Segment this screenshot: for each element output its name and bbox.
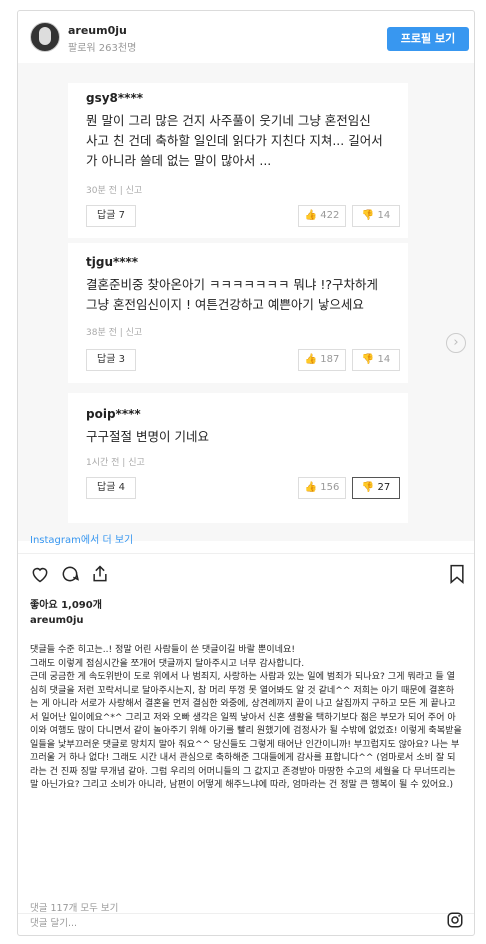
share-icon[interactable] <box>90 564 110 588</box>
add-comment-input[interactable]: 댓글 달기... <box>30 915 77 929</box>
post-caption: 댓글들 수준 히고는..! 정말 어린 사람들이 쓴 댓글이길 바랄 뿐이네요!… <box>30 645 462 790</box>
comment-time: 30분 전 <box>86 186 117 196</box>
comment-meta: 1시간 전 | 신고 <box>86 458 145 468</box>
dislike-count: 14 <box>377 210 391 221</box>
comment-username: tjgu**** <box>86 255 139 269</box>
comment-username: poip**** <box>86 407 141 421</box>
comment-text: 결혼준비중 찾아온아기 ㅋㅋㅋㅋㅋㅋㅋ 뭐냐 !?구차하게 그냥 혼전임신이지 … <box>86 277 379 312</box>
reply-button[interactable]: 답글 3 <box>86 349 136 371</box>
comment-time: 1시간 전 <box>86 458 120 468</box>
comment-card: gsy8**** 뭔 말이 그리 많은 건지 사주풀이 웃기네 그냥 혼전임신 … <box>68 83 408 238</box>
dislike-vote-button[interactable]: 👎 14 <box>352 205 400 227</box>
chevron-right-icon[interactable]: › <box>446 333 466 353</box>
like-vote-button[interactable]: 👍 156 <box>298 477 346 499</box>
view-all-comments-link[interactable]: 댓글 117개 모두 보기 <box>30 900 118 914</box>
follower-count: 팔로워 263천명 <box>68 43 137 54</box>
thumbs-down-icon: 👎 <box>361 354 375 365</box>
comment-icon[interactable] <box>60 564 80 588</box>
like-count: 187 <box>320 354 340 365</box>
caption-username[interactable]: areum0ju <box>30 615 84 626</box>
reply-button[interactable]: 답글 4 <box>86 477 136 499</box>
thumbs-up-icon: 👍 <box>304 210 318 221</box>
thumbs-down-icon: 👎 <box>361 482 375 493</box>
bookmark-icon[interactable] <box>448 564 466 588</box>
reply-button[interactable]: 답글 7 <box>86 205 136 227</box>
dislike-vote-button[interactable]: 👎 14 <box>352 349 400 371</box>
report-link[interactable]: 신고 <box>126 186 143 196</box>
comment-time: 38분 전 <box>86 328 117 338</box>
comment-text: 구구절절 변명이 기네요 <box>86 429 209 444</box>
like-count: 156 <box>320 482 340 493</box>
comment-username: gsy8**** <box>86 91 144 105</box>
avatar[interactable] <box>30 22 60 52</box>
thumbs-up-icon: 👍 <box>304 482 318 493</box>
instagram-embed-card: areum0ju 팔로워 263천명 프로필 보기 gsy8**** 뭔 말이 … <box>17 10 475 936</box>
report-link[interactable]: 신고 <box>128 458 145 468</box>
report-link[interactable]: 신고 <box>126 328 143 338</box>
like-count[interactable]: 좋아요 1,090개 <box>30 596 102 611</box>
comment-card: poip**** 구구절절 변명이 기네요 1시간 전 | 신고 답글 4 👍 … <box>68 393 408 523</box>
embedded-comments-image[interactable]: gsy8**** 뭔 말이 그리 많은 건지 사주풀이 웃기네 그냥 혼전임신 … <box>18 63 474 541</box>
dislike-vote-button[interactable]: 👎 27 <box>352 477 400 499</box>
comment-meta: 38분 전 | 신고 <box>86 328 143 338</box>
thumbs-down-icon: 👎 <box>361 210 375 221</box>
heart-icon[interactable] <box>30 564 50 588</box>
thumbs-up-icon: 👍 <box>304 354 318 365</box>
comment-meta: 30분 전 | 신고 <box>86 186 143 196</box>
like-count: 422 <box>320 210 340 221</box>
like-vote-button[interactable]: 👍 187 <box>298 349 346 371</box>
like-vote-button[interactable]: 👍 422 <box>298 205 346 227</box>
view-profile-button[interactable]: 프로필 보기 <box>387 27 469 51</box>
dislike-count: 27 <box>377 482 391 493</box>
comment-card: tjgu**** 결혼준비중 찾아온아기 ㅋㅋㅋㅋㅋㅋㅋ 뭐냐 !?구차하게 그… <box>68 243 408 383</box>
comment-text: 뭔 말이 그리 많은 건지 사주풀이 웃기네 그냥 혼전임신 사고 친 건데 축… <box>86 113 383 168</box>
instagram-icon[interactable] <box>446 911 464 933</box>
dislike-count: 14 <box>377 354 391 365</box>
instagram-more-link[interactable]: Instagram에서 더 보기 <box>30 531 133 546</box>
divider <box>18 553 474 554</box>
header-username[interactable]: areum0ju <box>68 24 127 37</box>
post-header: areum0ju 팔로워 263천명 프로필 보기 <box>18 11 474 63</box>
